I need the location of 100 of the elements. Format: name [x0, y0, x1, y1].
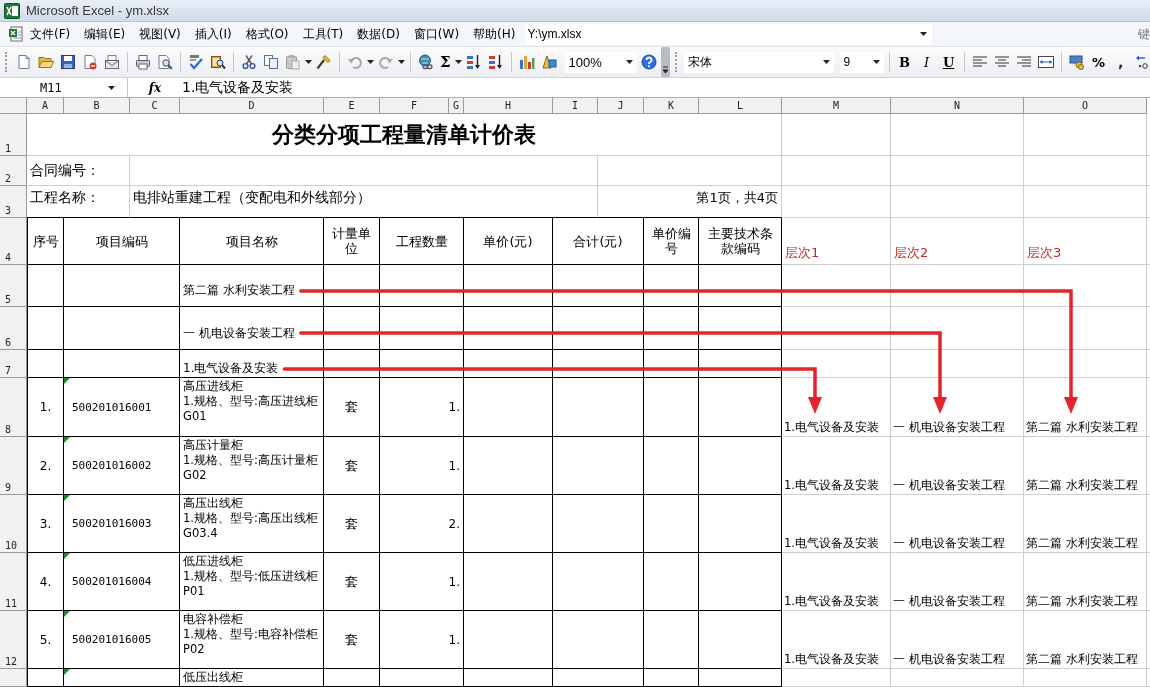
font-box[interactable]: 宋体 [683, 51, 834, 73]
error-indicator-icon[interactable] [64, 495, 70, 501]
error-indicator-icon[interactable] [64, 437, 70, 443]
row-header[interactable]: 12 [0, 611, 27, 669]
row-header[interactable]: 3 [0, 186, 27, 218]
row-header[interactable]: 11 [0, 553, 27, 611]
section-title: 1.电气设备及安装 [183, 360, 279, 377]
formula-field[interactable]: 1.电气设备及安装 [182, 78, 294, 97]
format-button[interactable]: B [894, 54, 915, 70]
column-header[interactable]: M [782, 98, 891, 114]
column-header[interactable]: J [598, 98, 644, 114]
open-folder-icon[interactable] [38, 54, 54, 70]
merge-center-icon[interactable] [1037, 54, 1054, 70]
column-header[interactable]: G [449, 98, 464, 114]
row-header[interactable]: 9 [0, 437, 27, 495]
copy-icon[interactable] [263, 54, 279, 70]
print-preview-icon[interactable] [157, 54, 173, 70]
error-indicator-icon[interactable] [64, 669, 70, 675]
unit: 套 [345, 398, 358, 416]
zoom-box[interactable]: 100% [564, 51, 637, 73]
chart-icon[interactable] [518, 54, 535, 70]
column-header[interactable]: E [324, 98, 380, 114]
menu-item[interactable]: 工具(T) [296, 25, 350, 43]
sheet-title: 分类分项工程量清单计价表 [272, 119, 536, 149]
sort-ascending-icon[interactable] [465, 54, 482, 70]
research-icon[interactable] [210, 54, 226, 70]
menu-item[interactable]: 编辑(E) [78, 25, 132, 43]
column-header[interactable]: C [130, 98, 180, 114]
column-header[interactable]: O [1024, 98, 1147, 114]
drawing-icon[interactable] [540, 54, 557, 70]
row-header[interactable]: 8 [0, 378, 27, 437]
toolbar-options-icon[interactable] [660, 47, 670, 77]
cut-icon[interactable] [241, 54, 257, 70]
column-header[interactable]: H [464, 98, 553, 114]
column-header[interactable]: K [644, 98, 699, 114]
format-button[interactable]: U [938, 54, 959, 70]
number-format-button[interactable]: % [1088, 54, 1109, 70]
document-icon[interactable] [8, 26, 24, 42]
menu-item[interactable]: 格式(O) [239, 25, 295, 43]
font-size-box[interactable]: 9 [839, 51, 884, 73]
column-header[interactable]: L [699, 98, 782, 114]
help-question-field[interactable]: 键 [1138, 25, 1150, 43]
function-button[interactable]: fx [128, 80, 182, 95]
align-left-icon[interactable] [971, 54, 988, 70]
row-header[interactable]: 7 [0, 350, 27, 378]
number-format-button[interactable]: , [1110, 54, 1131, 70]
menu-item[interactable]: 文件(F) [24, 25, 77, 43]
column-header[interactable]: N [891, 98, 1024, 114]
sort-descending-icon[interactable] [487, 54, 504, 70]
increase-decimal-icon[interactable] [1134, 54, 1150, 70]
level-value: 1.电气设备及安装 [784, 478, 879, 493]
caret-icon[interactable] [108, 85, 115, 90]
caret-icon[interactable] [625, 60, 633, 64]
name-box[interactable]: M11 [0, 78, 128, 97]
caret-icon[interactable] [920, 32, 928, 36]
menu-item[interactable]: 窗口(W) [407, 25, 466, 43]
row-header[interactable]: 10 [0, 495, 27, 553]
column-header[interactable]: F [380, 98, 449, 114]
email-icon[interactable] [104, 54, 120, 70]
empty-cell [644, 350, 699, 378]
help-icon[interactable] [640, 54, 657, 70]
row-header[interactable]: 2 [0, 156, 27, 186]
error-indicator-icon[interactable] [64, 553, 70, 559]
new-document-icon[interactable] [16, 54, 32, 70]
caret-icon[interactable] [822, 60, 830, 64]
format-button[interactable]: I [916, 54, 937, 70]
format-painter-icon[interactable] [316, 54, 332, 70]
currency-icon[interactable] [1068, 54, 1085, 70]
autosum-button[interactable]: Σ [438, 53, 453, 71]
caret-icon[interactable] [454, 60, 462, 64]
row-header[interactable]: 5 [0, 265, 27, 307]
caret-icon[interactable] [398, 60, 405, 64]
column-header[interactable]: I [553, 98, 598, 114]
align-right-icon[interactable] [1015, 54, 1032, 70]
column-header[interactable]: B [64, 98, 130, 114]
hyperlink-icon[interactable] [418, 54, 434, 70]
field-label: 工程名称： [30, 189, 100, 207]
menu-item[interactable]: 数据(D) [351, 25, 406, 43]
caret-icon[interactable] [872, 60, 880, 64]
row-header[interactable]: 4 [0, 218, 27, 265]
caret-icon[interactable] [305, 60, 312, 64]
caret-icon[interactable] [367, 60, 374, 64]
column-header[interactable]: A [27, 98, 64, 114]
save-icon[interactable] [60, 54, 76, 70]
column-header[interactable]: D [180, 98, 324, 114]
item-name: 高压出线柜 1.规格、型号:高压出线柜 G03.4 [183, 496, 318, 541]
menu-item[interactable]: 视图(V) [133, 25, 187, 43]
row-header[interactable]: 1 [0, 114, 27, 156]
column-heading: 项目编码 [95, 233, 148, 249]
spell-check-icon[interactable] [188, 54, 204, 70]
permission-icon[interactable] [82, 54, 98, 70]
align-center-icon[interactable] [993, 54, 1010, 70]
error-indicator-icon[interactable] [64, 611, 70, 617]
level-value: 第二篇 水利安装工程 [1026, 420, 1138, 435]
row-header[interactable]: 6 [0, 307, 27, 350]
path-field[interactable]: Y:\ym.xlsx [525, 23, 933, 45]
error-indicator-icon[interactable] [64, 378, 70, 384]
print-icon[interactable] [135, 54, 151, 70]
menu-item[interactable]: 插入(I) [188, 25, 238, 43]
menu-item[interactable]: 帮助(H) [467, 25, 522, 43]
